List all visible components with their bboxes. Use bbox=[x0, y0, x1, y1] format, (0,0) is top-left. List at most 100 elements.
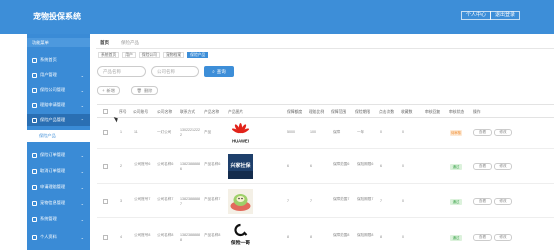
sidebar-item-label: 个人资料 bbox=[40, 234, 57, 239]
chevron-down-icon: ⌄ bbox=[80, 168, 84, 174]
view-button[interactable]: 查看 bbox=[473, 129, 492, 136]
breadcrumb-item[interactable]: 系统首页 bbox=[98, 52, 120, 58]
product-name: 产品名称6 bbox=[204, 162, 221, 166]
column-header: 保障范围 bbox=[331, 110, 347, 114]
company-account: 11 bbox=[134, 130, 138, 134]
sidebar-item-label: 理赔申请管理 bbox=[40, 102, 66, 107]
row-index: 2 bbox=[120, 164, 122, 168]
paw-icon bbox=[32, 200, 37, 206]
sidebar-item-system[interactable]: 系统管理 ⌄ bbox=[27, 213, 90, 225]
click-count: 6 bbox=[380, 164, 382, 168]
click-count: 0 bbox=[380, 130, 382, 134]
breadcrumb-item-current[interactable]: 保险产品 bbox=[187, 52, 209, 58]
sidebar-item-users[interactable]: 用户管理 ⌄ bbox=[27, 69, 90, 81]
sidebar-item-orders[interactable]: 保险订单管理 ⌄ bbox=[27, 149, 90, 161]
logout-button[interactable]: 退出登录 bbox=[490, 11, 521, 20]
search-button[interactable]: ⌕ 查询 bbox=[204, 66, 234, 77]
company-account: 公司账号8 bbox=[134, 233, 151, 237]
column-header: 操作 bbox=[473, 110, 481, 114]
company-name-input[interactable]: 公司名称 bbox=[151, 66, 199, 77]
click-count: 7 bbox=[380, 199, 382, 203]
edit-button[interactable]: 修改 bbox=[494, 129, 512, 136]
table-row: 4 公司账号8 公司名称8 13823888888 产品名称8 保险一哥 8 8… bbox=[97, 219, 554, 250]
coverage-scope: 保障范围6 bbox=[333, 162, 350, 166]
building-icon bbox=[32, 87, 37, 93]
edit-button[interactable]: 修改 bbox=[494, 163, 512, 170]
coverage-amount: 5000 bbox=[287, 130, 295, 134]
sidebar-item-claims[interactable]: 申请理赔管理 ⌄ bbox=[27, 181, 90, 193]
edit-button[interactable]: 修改 bbox=[494, 198, 512, 205]
column-header: 点击次数 bbox=[379, 110, 395, 114]
insurance-period: 一年 bbox=[357, 130, 365, 134]
row-checkbox[interactable] bbox=[103, 199, 108, 204]
row-checkbox[interactable] bbox=[103, 130, 108, 135]
favorite-count: 0 bbox=[402, 164, 404, 168]
company-name: 公司名称6 bbox=[157, 162, 174, 166]
sidebar-item-home[interactable]: 系统首页 bbox=[27, 54, 90, 66]
document-icon bbox=[32, 102, 37, 108]
delete-button-label: 删除 bbox=[143, 87, 153, 93]
sidebar-subitem-product[interactable]: 保险产品 bbox=[27, 130, 90, 142]
insurance-logo: 兴家社保 bbox=[228, 154, 253, 179]
sidebar-item-insurers[interactable]: 保险公司管理 ⌄ bbox=[27, 84, 90, 96]
tab-products[interactable]: 保险产品 bbox=[121, 40, 139, 46]
status-badge: 通过 bbox=[450, 164, 462, 170]
view-button[interactable]: 查看 bbox=[473, 198, 492, 205]
sidebar-item-label: 取消订单管理 bbox=[40, 168, 66, 173]
sidebar-item-pets[interactable]: 宠物信息管理 ⌄ bbox=[27, 197, 90, 209]
sidebar-item-label: 保险产品管理 bbox=[40, 117, 66, 122]
breadcrumb-item[interactable]: 保险公司 bbox=[138, 52, 160, 58]
sidebar-item-cancel-orders[interactable]: 取消订单管理 ⌄ bbox=[27, 165, 90, 177]
tab-home[interactable]: 首页 bbox=[100, 40, 109, 46]
coverage-scope: 保障范围8 bbox=[333, 233, 350, 237]
sidebar-item-profile[interactable]: 个人资料 ⌄ bbox=[27, 231, 90, 243]
insurance-logo: 保险一哥 bbox=[228, 222, 253, 247]
company-name: 一灯公司 bbox=[157, 130, 172, 134]
view-button[interactable]: 查看 bbox=[473, 234, 492, 241]
company-name: 公司名称8 bbox=[157, 233, 174, 237]
product-image bbox=[228, 189, 253, 214]
product-name-input[interactable]: 产品名称 bbox=[97, 66, 146, 77]
svg-text:HUAWEI: HUAWEI bbox=[232, 139, 249, 144]
company-account: 公司账号7 bbox=[134, 197, 151, 201]
shield-icon bbox=[32, 117, 37, 123]
user-center-button[interactable]: 个人中心 bbox=[461, 11, 492, 20]
company-account: 公司账号6 bbox=[134, 162, 151, 166]
favorite-count: 0 bbox=[402, 199, 404, 203]
view-button-label: 查看 bbox=[478, 199, 487, 203]
breadcrumb: 系统首页 用户 保险公司 宠物档案 保险产品 bbox=[98, 51, 211, 59]
row-checkbox[interactable] bbox=[103, 164, 108, 169]
view-button-label: 查看 bbox=[478, 235, 487, 239]
edit-button[interactable]: 修改 bbox=[494, 234, 512, 241]
delete-button[interactable]: 🗑 删除 bbox=[131, 86, 158, 95]
contact: 13823888887 bbox=[180, 197, 200, 206]
product-name: 产品 bbox=[204, 130, 212, 134]
edit-button-label: 修改 bbox=[499, 235, 507, 239]
sidebar-item-claims-apply[interactable]: 理赔申请管理 ⌄ bbox=[27, 99, 90, 111]
favorite-count: 0 bbox=[402, 130, 404, 134]
row-checkbox[interactable] bbox=[103, 235, 108, 240]
add-button[interactable]: + 新增 bbox=[97, 86, 120, 95]
breadcrumb-item[interactable]: 用户 bbox=[122, 52, 136, 58]
column-header: 理赔比例 bbox=[309, 110, 325, 114]
contact: 13823888886 bbox=[180, 162, 200, 171]
coverage-amount: 8 bbox=[287, 235, 289, 239]
claim-ratio: 100 bbox=[310, 130, 316, 134]
sidebar-item-label: 保险产品 bbox=[39, 133, 56, 138]
breadcrumb-item[interactable]: 宠物档案 bbox=[162, 52, 185, 58]
status-badge: 待审核 bbox=[450, 130, 462, 136]
person-icon bbox=[32, 234, 37, 240]
product-name: 产品名称7 bbox=[204, 197, 221, 201]
coverage-scope: 保障 bbox=[333, 130, 341, 134]
cart-icon bbox=[32, 152, 37, 158]
sidebar-item-products[interactable]: 保险产品管理 ⌃ bbox=[27, 114, 90, 126]
claim-ratio: 6 bbox=[310, 164, 312, 168]
view-button-label: 查看 bbox=[478, 130, 487, 134]
company-name: 公司名称7 bbox=[157, 197, 174, 201]
user-icon bbox=[32, 72, 37, 78]
sidebar-header: 功能菜单 bbox=[27, 38, 90, 47]
sidebar-item-label: 宠物信息管理 bbox=[40, 200, 66, 205]
select-all-checkbox[interactable] bbox=[103, 109, 108, 114]
app-title: 宠物投保系统 bbox=[33, 12, 81, 21]
view-button[interactable]: 查看 bbox=[473, 163, 492, 170]
